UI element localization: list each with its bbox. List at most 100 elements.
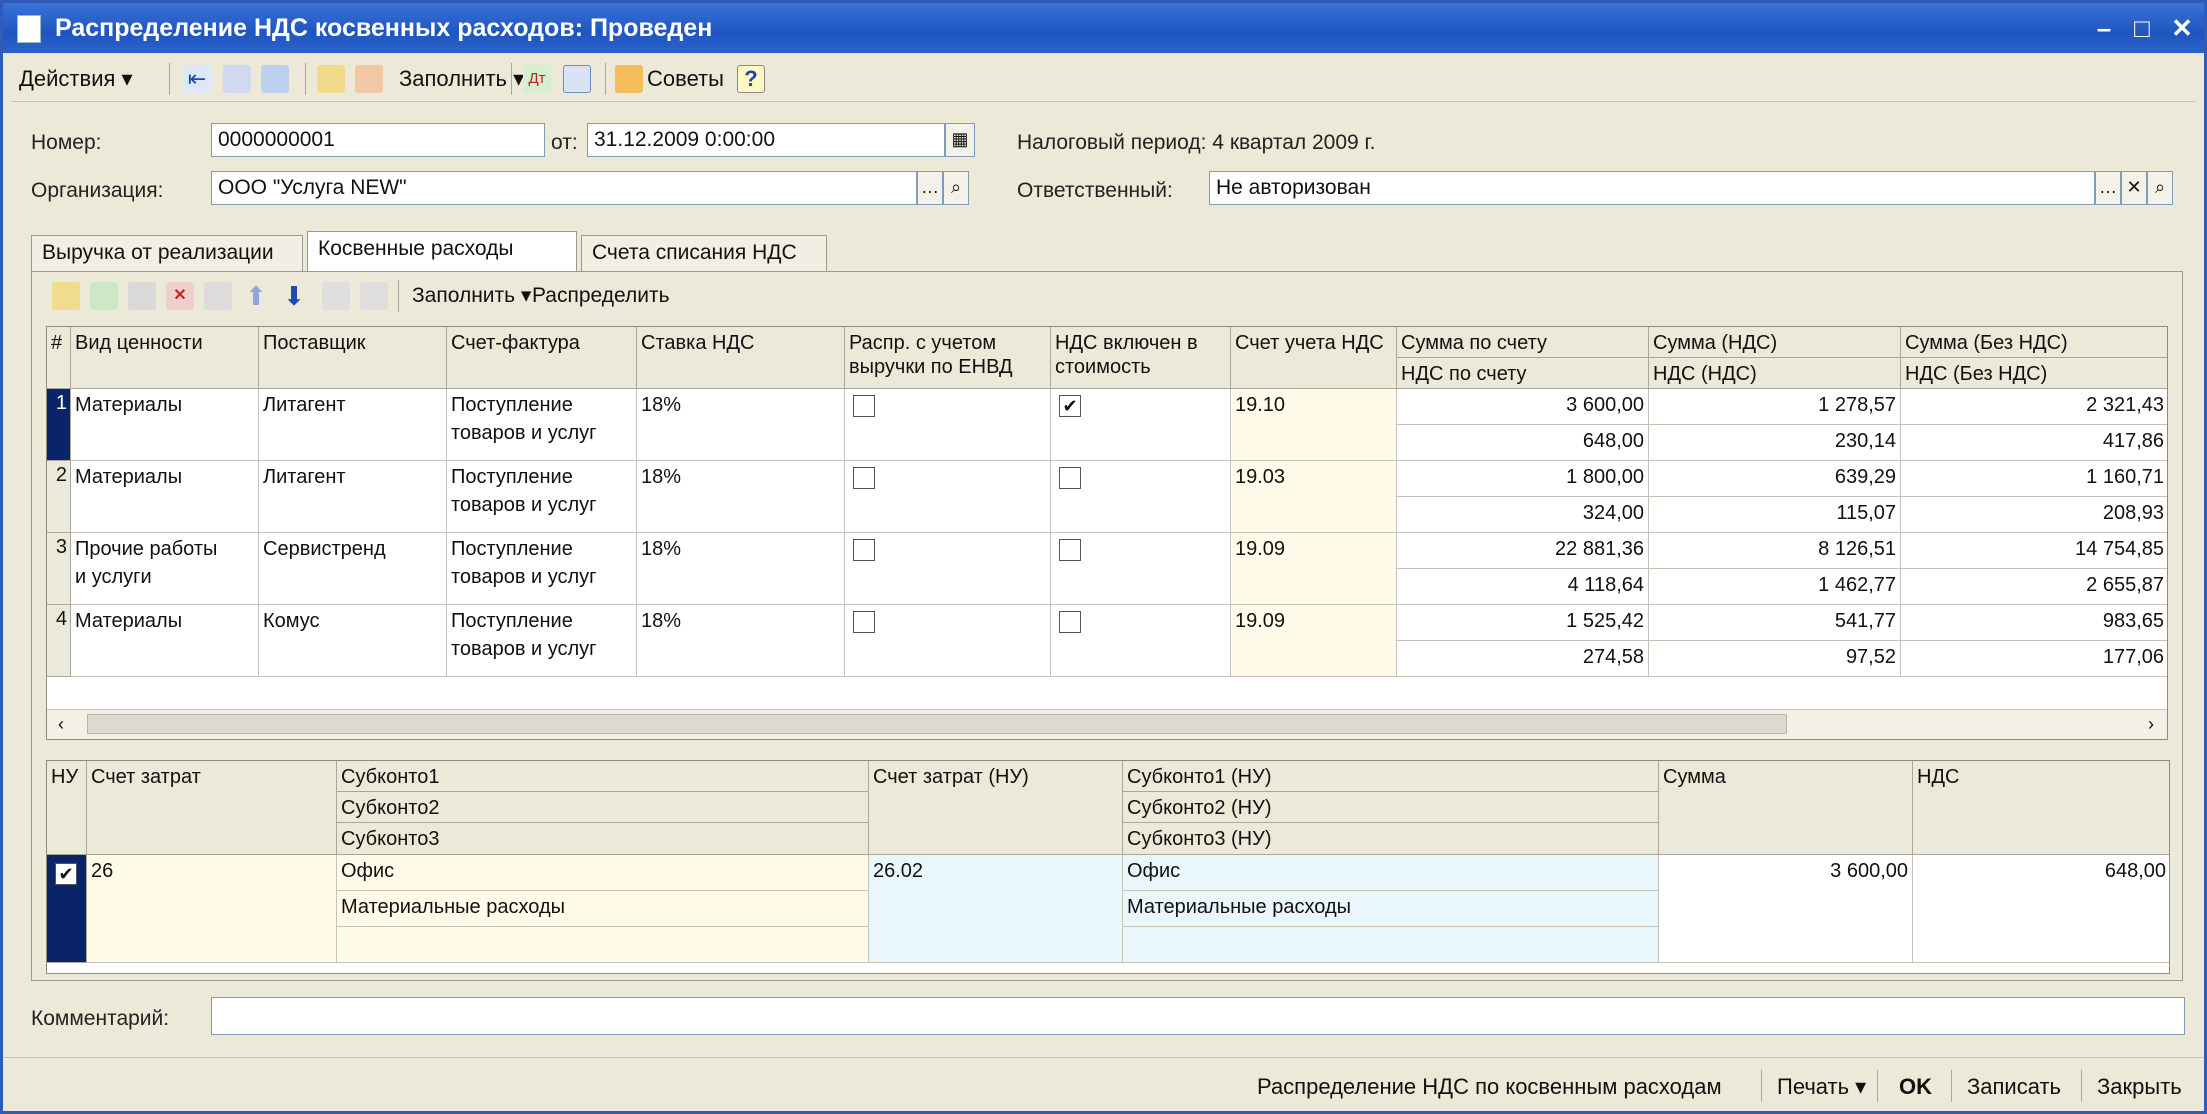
subconto2-nu-cell[interactable]: Материальные расходы	[1123, 891, 1659, 927]
column-header-subconto2-nu[interactable]: Субконто2 (НУ)	[1123, 792, 1659, 823]
distribute-button[interactable]: Распределить	[532, 278, 670, 314]
column-header-vat-rate[interactable]: Ставка НДС	[637, 327, 845, 389]
vat-novat-cell[interactable]: 208,93	[1901, 497, 2167, 533]
move-up-icon[interactable]: ⬆	[242, 282, 270, 310]
envd-cell[interactable]	[845, 389, 1051, 461]
column-header-supplier[interactable]: Поставщик	[259, 327, 447, 389]
add-copy-icon[interactable]	[90, 282, 118, 310]
sum-novat-cell[interactable]: 2 321,43	[1901, 389, 2167, 425]
date-field[interactable]: 31.12.2009 0:00:00	[587, 123, 945, 157]
supplier-cell[interactable]: Литагент	[259, 389, 447, 461]
sum-account-cell[interactable]: 1 525,42	[1397, 605, 1649, 641]
minimize-button[interactable]: –	[2089, 13, 2119, 43]
vat-included-cell[interactable]	[1051, 533, 1231, 605]
envd-checkbox[interactable]	[853, 467, 875, 489]
end-edit-icon[interactable]	[204, 282, 232, 310]
column-header-vat-vat[interactable]: НДС (НДС)	[1649, 358, 1901, 389]
column-header-vat[interactable]: НДС	[1913, 761, 2169, 855]
sum-vat-cell[interactable]: 541,77	[1649, 605, 1901, 641]
vat-rate-cell[interactable]: 18%	[637, 389, 845, 461]
kind-cell[interactable]: Материалы	[71, 389, 259, 461]
vat-rate-cell[interactable]: 18%	[637, 605, 845, 677]
sum-vat-cell[interactable]: 639,29	[1649, 461, 1901, 497]
panel-fill-menu[interactable]: Заполнить ▾	[412, 278, 531, 314]
close-button[interactable]: Закрыть	[2097, 1072, 2182, 1102]
sum-novat-cell[interactable]: 1 160,71	[1901, 461, 2167, 497]
invoice-cell[interactable]: Поступление товаров и услуг	[447, 461, 637, 533]
column-header-invoice[interactable]: Счет-фактура	[447, 327, 637, 389]
row-number[interactable]: 1	[47, 389, 71, 461]
envd-checkbox[interactable]	[853, 395, 875, 417]
nu-checkbox[interactable]: ✔	[55, 863, 77, 885]
post-document-icon[interactable]	[317, 65, 345, 93]
vat-novat-cell[interactable]: 177,06	[1901, 641, 2167, 677]
column-header-sum[interactable]: Сумма	[1659, 761, 1913, 855]
vat-account-cell[interactable]: 19.10	[1231, 389, 1397, 461]
responsible-field[interactable]: Не авторизован	[1209, 171, 2095, 205]
sort-descending-icon[interactable]	[360, 282, 388, 310]
sum-novat-cell[interactable]: 983,65	[1901, 605, 2167, 641]
report-link[interactable]: Распределение НДС по косвенным расходам	[1257, 1072, 1722, 1102]
vat-account-sum-cell[interactable]: 324,00	[1397, 497, 1649, 533]
add-row-icon[interactable]	[52, 282, 80, 310]
movements-icon[interactable]: Дт	[523, 65, 551, 93]
ok-button[interactable]: OK	[1899, 1072, 1932, 1102]
help-icon[interactable]: ?	[737, 65, 765, 93]
column-header-kind[interactable]: Вид ценности	[71, 327, 259, 389]
column-header-vat-account[interactable]: Счет учета НДС	[1231, 327, 1397, 389]
vat-included-checkbox[interactable]	[1059, 467, 1081, 489]
column-header-sum-vat[interactable]: Сумма (НДС)	[1649, 327, 1901, 358]
subconto1-nu-cell[interactable]: Офис	[1123, 855, 1659, 891]
supplier-cell[interactable]: Сервистренд	[259, 533, 447, 605]
tab-indirect-costs[interactable]: Косвенные расходы	[307, 231, 577, 273]
column-header-subconto3[interactable]: Субконто3	[337, 823, 869, 855]
envd-cell[interactable]	[845, 461, 1051, 533]
vat-rate-cell[interactable]: 18%	[637, 461, 845, 533]
vat-account-sum-cell[interactable]: 274,58	[1397, 641, 1649, 677]
supplier-cell[interactable]: Комус	[259, 605, 447, 677]
search-icon[interactable]: ⌕	[943, 171, 969, 205]
scroll-right-icon[interactable]: ›	[2139, 712, 2163, 736]
column-header-cost-account[interactable]: Счет затрат	[87, 761, 337, 855]
vat-account-sum-cell[interactable]: 648,00	[1397, 425, 1649, 461]
number-field[interactable]: 0000000001	[211, 123, 545, 157]
structure-subordination-icon[interactable]	[563, 65, 591, 93]
search-icon[interactable]: ⌕	[2147, 171, 2173, 205]
unpost-document-icon[interactable]	[355, 65, 383, 93]
sum-account-cell[interactable]: 1 800,00	[1397, 461, 1649, 497]
tab-vat-write-off-accounts[interactable]: Счета списания НДС	[581, 235, 827, 271]
supplier-cell[interactable]: Литагент	[259, 461, 447, 533]
vat-vat-cell[interactable]: 115,07	[1649, 497, 1901, 533]
organization-field[interactable]: ООО "Услуга NEW"	[211, 171, 917, 205]
sum-vat-cell[interactable]: 8 126,51	[1649, 533, 1901, 569]
vat-cell[interactable]: 648,00	[1913, 855, 2169, 963]
row-number[interactable]: 2	[47, 461, 71, 533]
vat-account-cell[interactable]: 19.09	[1231, 533, 1397, 605]
envd-cell[interactable]	[845, 605, 1051, 677]
maximize-button[interactable]: □	[2127, 13, 2157, 43]
delete-row-icon[interactable]: ✕	[166, 282, 194, 310]
calendar-icon[interactable]: ▦	[945, 123, 975, 157]
tab-revenue[interactable]: Выручка от реализации	[31, 235, 303, 271]
sum-vat-cell[interactable]: 1 278,57	[1649, 389, 1901, 425]
cost-account-nu-cell[interactable]: 26.02	[869, 855, 1123, 963]
save-button[interactable]: Записать	[1967, 1072, 2061, 1102]
refresh-icon[interactable]	[261, 65, 289, 93]
vat-novat-cell[interactable]: 417,86	[1901, 425, 2167, 461]
invoice-cell[interactable]: Поступление товаров и услуг	[447, 389, 637, 461]
scrollbar-thumb[interactable]	[87, 714, 1787, 734]
envd-checkbox[interactable]	[853, 539, 875, 561]
tips-button[interactable]: Советы	[647, 61, 724, 97]
column-header-subconto3-nu[interactable]: Субконто3 (НУ)	[1123, 823, 1659, 855]
scroll-left-icon[interactable]: ‹	[49, 712, 73, 736]
close-window-button[interactable]: ✕	[2167, 13, 2197, 43]
vat-account-cell[interactable]: 19.09	[1231, 605, 1397, 677]
comment-field[interactable]	[211, 997, 2185, 1035]
subconto3-cell[interactable]	[337, 927, 869, 963]
back-arrow-icon[interactable]: ⇤	[183, 65, 211, 93]
vat-included-checkbox[interactable]	[1059, 539, 1081, 561]
actions-menu[interactable]: Действия ▾	[19, 61, 133, 97]
horizontal-scrollbar[interactable]: ‹ ›	[47, 709, 2167, 739]
subconto1-cell[interactable]: Офис	[337, 855, 869, 891]
invoice-cell[interactable]: Поступление товаров и услуг	[447, 533, 637, 605]
